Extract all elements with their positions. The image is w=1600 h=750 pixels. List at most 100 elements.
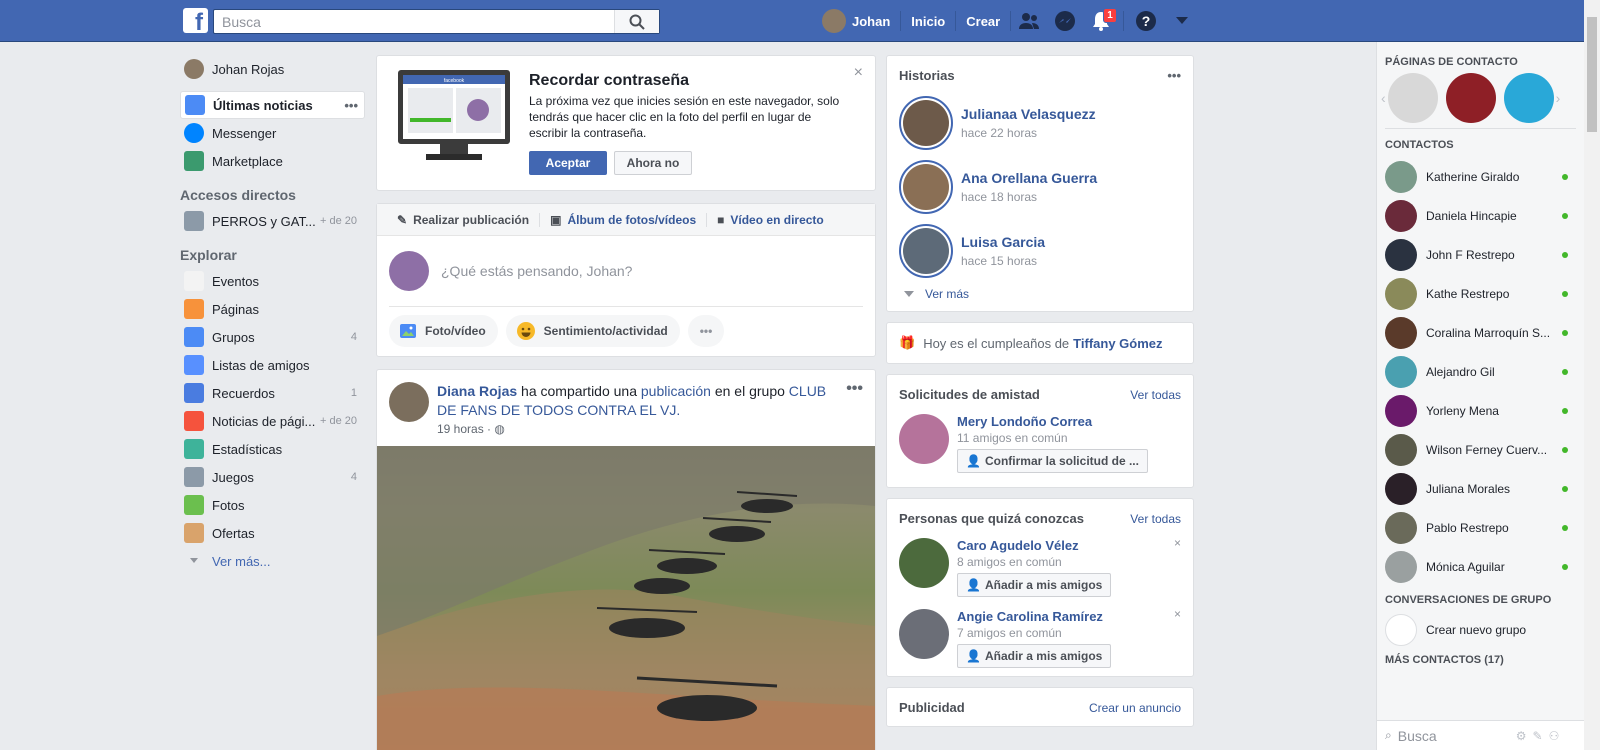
search-input[interactable] (214, 10, 614, 33)
sidebar-item-explore[interactable]: Páginas (180, 295, 365, 323)
confirm-request-button[interactable]: 👤 Confirmar la solicitud de ... (957, 449, 1148, 473)
contact-item[interactable]: Juliana Morales (1377, 469, 1584, 508)
dismiss-icon[interactable]: × (1174, 607, 1181, 621)
contact-item[interactable]: Mónica Aguilar (1377, 547, 1584, 586)
story-item[interactable]: Ana Orellana Guerra hace 18 horas (887, 155, 1193, 219)
pymk-name[interactable]: Angie Carolina Ramírez (957, 609, 1111, 624)
story-item[interactable]: Julianaa Velasquezz hace 22 horas (887, 91, 1193, 155)
contact-item[interactable]: Daniela Hincapie (1377, 196, 1584, 235)
tab-live-video[interactable]: ■ Vídeo en directo (707, 213, 834, 227)
scrollbar-thumb[interactable] (1587, 17, 1597, 132)
profile-avatar (184, 59, 204, 79)
sidebar-item-explore[interactable]: Noticias de pági... + de 20 (180, 407, 365, 435)
home-link[interactable]: Inicio (901, 9, 955, 33)
account-menu-chevron-icon[interactable] (1164, 0, 1200, 42)
close-icon[interactable]: × (854, 64, 863, 82)
story-avatar-ring (899, 96, 953, 150)
search-button[interactable] (614, 10, 659, 33)
contact-page-avatar[interactable] (1387, 73, 1438, 123)
contact-name: Wilson Ferney Cuerv... (1426, 442, 1548, 457)
profile-link[interactable]: Johan (812, 9, 900, 33)
tab-photo-album[interactable]: ▣ Álbum de fotos/vídeos (540, 212, 708, 227)
see-all-pymk-link[interactable]: Ver todas (1130, 512, 1181, 526)
create-group-button[interactable]: Crear nuevo grupo (1377, 610, 1584, 650)
gear-icon[interactable]: ⚙ (1516, 729, 1527, 743)
chevron-right-icon[interactable]: › (1556, 90, 1561, 106)
sidebar-item-shortcut[interactable]: PERROS y GAT... + de 20 (180, 207, 365, 235)
composer-input-area[interactable]: ¿Qué estás pensando, Johan? (377, 236, 875, 306)
sidebar-item-explore[interactable]: Fotos (180, 491, 365, 519)
friend-requests-icon[interactable] (1011, 0, 1047, 42)
add-friend-button[interactable]: 👤 Añadir a mis amigos (957, 573, 1112, 597)
user-name: Johan (852, 13, 891, 29)
composer-placeholder[interactable]: ¿Qué estás pensando, Johan? (441, 263, 632, 279)
story-time: hace 22 horas (961, 126, 1038, 140)
sidebar-item-explore[interactable]: Eventos (180, 267, 365, 295)
online-status-indicator (1562, 524, 1568, 531)
contact-avatar (1385, 355, 1417, 388)
dismiss-icon[interactable]: × (1174, 536, 1181, 550)
create-link[interactable]: Crear (956, 9, 1010, 33)
contact-item[interactable]: Alejandro Gil (1377, 352, 1584, 391)
facebook-logo[interactable]: f (183, 8, 208, 33)
chat-search-input[interactable] (1397, 727, 1508, 744)
sidebar-item-explore[interactable]: Listas de amigos (180, 351, 365, 379)
post-link[interactable]: publicación (641, 383, 711, 399)
sidebar-item-newsfeed[interactable]: Últimas noticias ••• (180, 91, 365, 119)
birthday-person-link[interactable]: Tiffany Gómez (1073, 336, 1162, 351)
add-friend-button[interactable]: 👤 Añadir a mis amigos (957, 644, 1112, 668)
chevron-left-icon[interactable]: ‹ (1381, 90, 1386, 106)
stories-options-icon[interactable]: ••• (1167, 68, 1181, 83)
help-icon[interactable]: ? (1128, 0, 1164, 42)
pymk-avatar[interactable] (899, 609, 949, 659)
sidebar-item-explore[interactable]: Ofertas (180, 519, 365, 547)
page-scrollbar[interactable] (1584, 0, 1600, 750)
sidebar-item-label: PERROS y GAT... (212, 213, 316, 229)
post-author-avatar[interactable] (389, 382, 429, 422)
contact-item[interactable]: Yorleny Mena (1377, 391, 1584, 430)
sidebar-item-explore[interactable]: Juegos 4 (180, 463, 365, 491)
messenger-icon[interactable] (1047, 0, 1083, 42)
sidebar-item-explore[interactable]: Estadísticas (180, 435, 365, 463)
accept-button[interactable]: Aceptar (529, 151, 607, 175)
add-friend-icon: 👤 (966, 649, 981, 663)
feeling-activity-button[interactable]: Sentimiento/actividad (505, 315, 680, 347)
requester-name[interactable]: Mery Londoño Correa (957, 414, 1148, 429)
not-now-button[interactable]: Ahora no (614, 151, 692, 175)
requester-avatar[interactable] (899, 414, 949, 464)
post-author[interactable]: Diana Rojas (437, 383, 517, 399)
contact-page-avatar[interactable] (1503, 73, 1554, 123)
sidebar-profile-name: Johan Rojas (212, 61, 285, 77)
composer-tabs: ✎ Realizar publicación ▣ Álbum de fotos/… (377, 204, 875, 236)
contact-item[interactable]: Pablo Restrepo (1377, 508, 1584, 547)
contact-item[interactable]: Katherine Giraldo (1377, 157, 1584, 196)
more-actions-button[interactable]: ••• (687, 315, 725, 347)
create-ad-link[interactable]: Crear un anuncio (1089, 701, 1181, 715)
compose-icon[interactable]: ✎ (1533, 729, 1543, 743)
sidebar-item-messenger[interactable]: Messenger (180, 119, 365, 147)
newsfeed-options-icon[interactable]: ••• (344, 98, 358, 113)
tab-create-post[interactable]: ✎ Realizar publicación (387, 212, 541, 227)
contact-item[interactable]: Kathe Restrepo (1377, 274, 1584, 313)
contact-item[interactable]: Coralina Marroquín S... (1377, 313, 1584, 352)
story-item[interactable]: Luisa Garcia hace 15 horas (887, 219, 1193, 283)
contact-item[interactable]: Wilson Ferney Cuerv... (1377, 430, 1584, 469)
pymk-avatar[interactable] (899, 538, 949, 588)
group-chat-icon[interactable]: ⚇ (1549, 729, 1560, 743)
post-image[interactable] (377, 446, 875, 750)
notifications-icon[interactable]: 1 (1083, 0, 1119, 42)
photo-video-button[interactable]: Foto/vídeo (389, 315, 498, 347)
see-more-link[interactable]: Ver más... (180, 547, 365, 575)
post-timestamp[interactable]: 19 horas · ◍ (437, 422, 505, 436)
stories-see-more[interactable]: Ver más (887, 283, 1193, 311)
contact-page-avatar[interactable] (1445, 73, 1496, 123)
post-options-icon[interactable]: ••• (846, 380, 863, 398)
see-all-requests-link[interactable]: Ver todas (1130, 388, 1181, 402)
sidebar-item-explore[interactable]: Grupos 4 (180, 323, 365, 351)
sidebar-item-marketplace[interactable]: Marketplace (180, 147, 365, 175)
contact-item[interactable]: John F Restrepo (1377, 235, 1584, 274)
pymk-name[interactable]: Caro Agudelo Vélez (957, 538, 1111, 553)
birthday-reminder[interactable]: 🎁 Hoy es el cumpleaños de Tiffany Gómez (887, 323, 1193, 363)
sidebar-profile[interactable]: Johan Rojas (180, 55, 365, 83)
sidebar-item-explore[interactable]: Recuerdos 1 (180, 379, 365, 407)
